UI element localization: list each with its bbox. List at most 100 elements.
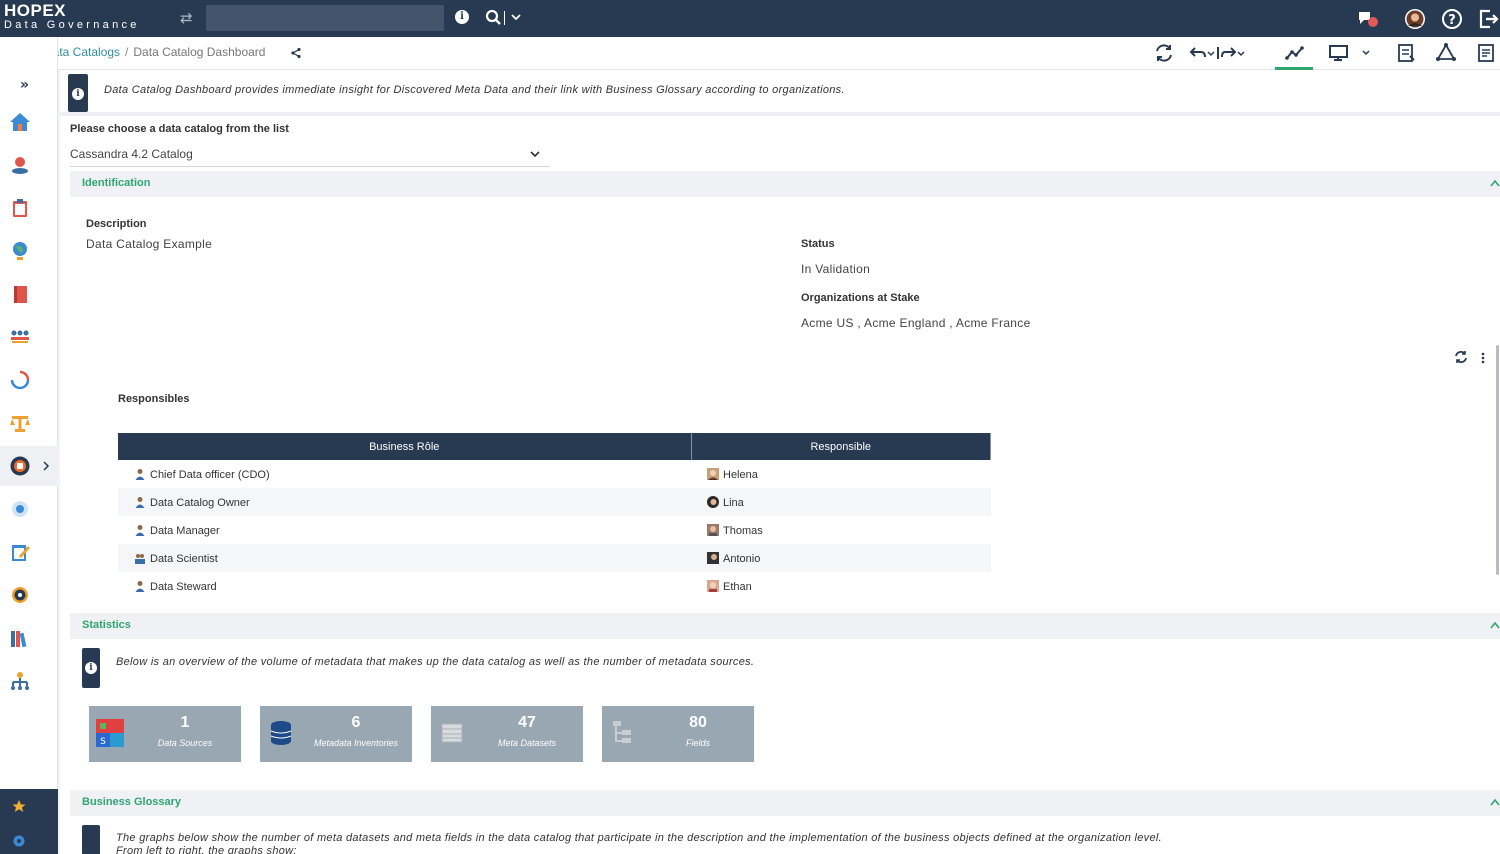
table-row[interactable]: Data Steward Ethan	[118, 572, 991, 600]
statistics-info-banner: i Below is an overview of the volume of …	[82, 648, 1500, 688]
person-name: Antonio	[723, 552, 761, 565]
stat-tile-meta-datasets[interactable]: 47 Meta Datasets	[431, 706, 583, 762]
report-icon[interactable]	[1395, 42, 1417, 64]
share-icon[interactable]	[290, 47, 302, 59]
responsibles-label: Responsibles	[118, 393, 190, 405]
library-icon[interactable]	[9, 627, 31, 649]
more-options-icon[interactable]	[1481, 352, 1485, 364]
cycle-icon[interactable]	[9, 369, 31, 391]
business-glossary-section-header[interactable]: Business Glossary	[70, 790, 1500, 816]
compass-icon[interactable]	[9, 584, 31, 606]
chevron-right-icon[interactable]	[42, 461, 50, 471]
stat-tile-metadata-inventories[interactable]: 6 Metadata Inventories	[260, 706, 412, 762]
globe-icon[interactable]	[9, 240, 31, 262]
section-title: Statistics	[82, 619, 131, 631]
breadcrumb: Data Catalogs / Data Catalog Dashboard	[44, 45, 265, 59]
home-icon[interactable]	[9, 111, 31, 133]
divider	[504, 11, 505, 25]
search-input[interactable]	[206, 5, 444, 31]
description-label: Description	[86, 218, 147, 230]
rail-footer	[0, 789, 58, 854]
catalog-select[interactable]: Cassandra 4.2 Catalog	[70, 145, 550, 167]
hierarchy-icon[interactable]	[9, 670, 31, 692]
catalog-picker-label: Please choose a data catalog from the li…	[70, 123, 289, 135]
avatar	[707, 495, 719, 508]
chevron-up-icon[interactable]	[1490, 179, 1500, 187]
chevron-up-icon[interactable]	[1490, 621, 1500, 629]
role-name: Data Scientist	[150, 552, 218, 565]
data-sources-icon: S	[96, 719, 124, 747]
app-subtitle: Data Governance	[4, 19, 140, 31]
app-title: HOPEX	[4, 1, 67, 20]
book-icon[interactable]	[9, 283, 31, 305]
stat-label: Metadata Inventories	[313, 738, 399, 748]
glossary-line-1: The graphs below show the number of meta…	[116, 832, 1163, 844]
statistics-info-text: Below is an overview of the volume of me…	[116, 656, 755, 668]
dashboard-content: i Data Catalog Dashboard provides immedi…	[60, 70, 1500, 854]
role-name: Data Manager	[150, 524, 220, 537]
redo-icon[interactable]	[1215, 42, 1247, 64]
info-badge: i	[68, 74, 88, 112]
catalog-select-value: Cassandra 4.2 Catalog	[70, 147, 193, 161]
switch-icon[interactable]: ⇄	[180, 9, 196, 27]
role-name: Data Steward	[150, 580, 217, 593]
refresh-icon[interactable]	[1454, 350, 1468, 364]
stat-value: 80	[689, 714, 707, 731]
display-icon[interactable]	[1328, 42, 1372, 64]
settings-icon[interactable]	[12, 834, 26, 848]
avatar	[707, 579, 719, 592]
avatar	[707, 523, 719, 536]
chevron-down-icon[interactable]	[510, 11, 522, 23]
edit-icon[interactable]	[9, 541, 31, 563]
description-value: Data Catalog Example	[86, 237, 213, 251]
user-avatar[interactable]	[1403, 7, 1427, 31]
scrollbar-thumb[interactable]	[1496, 345, 1499, 575]
favorites-icon[interactable]	[12, 799, 26, 813]
info-badge: i	[82, 648, 100, 688]
stat-tile-fields[interactable]: 80 Fields	[602, 706, 754, 762]
stat-value: 1	[180, 714, 190, 731]
scale-icon[interactable]	[9, 412, 31, 434]
document-icon[interactable]	[1475, 42, 1497, 64]
toolbar: Data Catalogs / Data Catalog Dashboard	[0, 37, 1500, 70]
help-icon[interactable]: ?	[1440, 7, 1464, 31]
asterisk-icon[interactable]	[9, 498, 31, 520]
identification-section-header[interactable]: Identification	[70, 171, 1500, 197]
left-navigation: »	[0, 37, 58, 854]
chevron-up-icon[interactable]	[1490, 798, 1500, 806]
table-row[interactable]: Data Manager Thomas	[118, 516, 991, 544]
stat-label: Meta Datasets	[497, 738, 557, 748]
clipboard-icon[interactable]	[9, 197, 31, 219]
notification-icon[interactable]	[1356, 7, 1380, 31]
breadcrumb-current: Data Catalog Dashboard	[133, 45, 266, 59]
stat-value: 6	[351, 714, 361, 731]
status-label: Status	[801, 238, 835, 250]
table-row[interactable]: Data Scientist Antonio	[118, 544, 991, 572]
graph-view-icon[interactable]	[1284, 42, 1306, 64]
person-icon	[135, 580, 145, 592]
svg-text:S: S	[100, 737, 106, 747]
refresh-icon[interactable]	[1153, 42, 1175, 64]
table-row[interactable]: Chief Data officer (CDO) Helena	[118, 460, 991, 488]
undo-icon[interactable]	[1187, 42, 1217, 64]
data-owner-icon[interactable]	[9, 154, 31, 176]
app-brand[interactable]: HOPEX Data Governance	[4, 2, 140, 32]
team-icon[interactable]	[9, 326, 31, 348]
section-title: Business Glossary	[82, 796, 182, 808]
statistics-section-header[interactable]: Statistics	[70, 613, 1500, 639]
table-row[interactable]: Data Catalog Owner Lina	[118, 488, 991, 516]
search-icon[interactable]	[484, 8, 504, 28]
organizations-value: Acme US , Acme England , Acme France	[801, 316, 1031, 330]
role-name: Data Catalog Owner	[150, 496, 250, 509]
expand-icon[interactable]: »	[20, 77, 29, 93]
info-badge	[82, 825, 100, 854]
network-icon[interactable]	[1435, 42, 1457, 64]
logout-icon[interactable]	[1476, 7, 1500, 31]
stat-tile-data-sources[interactable]: S 1 Data Sources	[89, 706, 241, 762]
column-header-business-role[interactable]: Business Rôle	[118, 433, 692, 460]
column-header-responsible[interactable]: Responsible	[691, 433, 991, 460]
avatar	[707, 551, 719, 564]
data-catalog-icon[interactable]	[9, 455, 31, 477]
person-name: Ethan	[723, 580, 752, 593]
info-icon[interactable]: i	[455, 10, 469, 24]
